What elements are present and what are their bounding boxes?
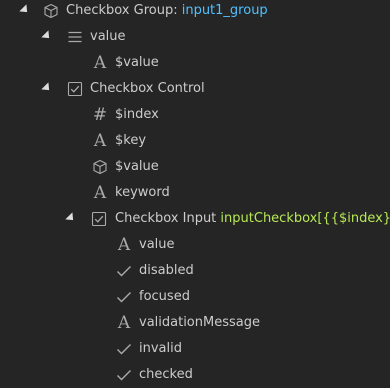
node-label: Checkbox Group: input1_group <box>66 3 268 18</box>
component-id: input1_group <box>181 3 268 18</box>
node-label: checked <box>139 367 193 382</box>
type-a-icon: A <box>93 183 107 203</box>
tree-row-checkbox-control[interactable]: Checkbox Control <box>0 76 390 102</box>
component-id: inputCheckbox[{{$index}}] <box>220 211 390 226</box>
expand-twisty-icon[interactable] <box>65 212 77 224</box>
node-label: $key <box>115 133 147 148</box>
node-label: disabled <box>139 263 194 278</box>
type-a-icon: A <box>117 313 131 333</box>
node-label: validationMessage <box>139 315 260 330</box>
checkbox-icon <box>91 211 107 227</box>
tree-row-validation-message[interactable]: A validationMessage <box>0 310 390 336</box>
node-label: value <box>90 29 126 44</box>
check-icon <box>116 367 132 383</box>
tree-row-key[interactable]: A $key <box>0 128 390 154</box>
type-a-icon: A <box>117 235 131 255</box>
node-label: focused <box>139 289 190 304</box>
tree-row-keyword[interactable]: A keyword <box>0 180 390 206</box>
cube-icon <box>92 159 108 175</box>
tree-row-value-obj[interactable]: $value <box>0 154 390 180</box>
outline-tree: Checkbox Group: input1_group value A $va… <box>0 0 390 388</box>
check-icon <box>116 289 132 305</box>
node-label: invalid <box>139 341 182 356</box>
hash-icon: # <box>92 105 108 125</box>
list-icon <box>67 29 83 45</box>
cube-icon <box>43 3 59 19</box>
checkbox-icon <box>67 81 83 97</box>
expand-twisty-icon[interactable] <box>19 4 31 16</box>
tree-row-checkbox-group[interactable]: Checkbox Group: input1_group <box>0 0 390 24</box>
tree-row-input-value[interactable]: A value <box>0 232 390 258</box>
tree-row-checkbox-input[interactable]: Checkbox Input inputCheckbox[{{$index}}] <box>0 206 390 232</box>
node-label: value <box>139 237 175 252</box>
tree-row-value[interactable]: value <box>0 24 390 50</box>
node-label: Checkbox Input inputCheckbox[{{$index}}] <box>115 211 390 227</box>
node-label: $value <box>115 55 159 70</box>
expand-twisty-icon[interactable] <box>41 30 53 42</box>
tree-row-focused[interactable]: focused <box>0 284 390 310</box>
check-icon <box>116 341 132 357</box>
node-label: $value <box>115 159 159 174</box>
node-label: Checkbox Control <box>90 81 205 96</box>
expand-twisty-icon[interactable] <box>41 82 53 94</box>
tree-row-value-var[interactable]: A $value <box>0 50 390 76</box>
tree-row-checked[interactable]: checked <box>0 362 390 388</box>
type-a-icon: A <box>93 53 107 73</box>
type-a-icon: A <box>93 131 107 151</box>
node-label: keyword <box>115 185 170 200</box>
tree-row-index[interactable]: # $index <box>0 102 390 128</box>
check-icon <box>116 263 132 279</box>
node-label: $index <box>115 107 159 122</box>
tree-row-invalid[interactable]: invalid <box>0 336 390 362</box>
tree-row-disabled[interactable]: disabled <box>0 258 390 284</box>
